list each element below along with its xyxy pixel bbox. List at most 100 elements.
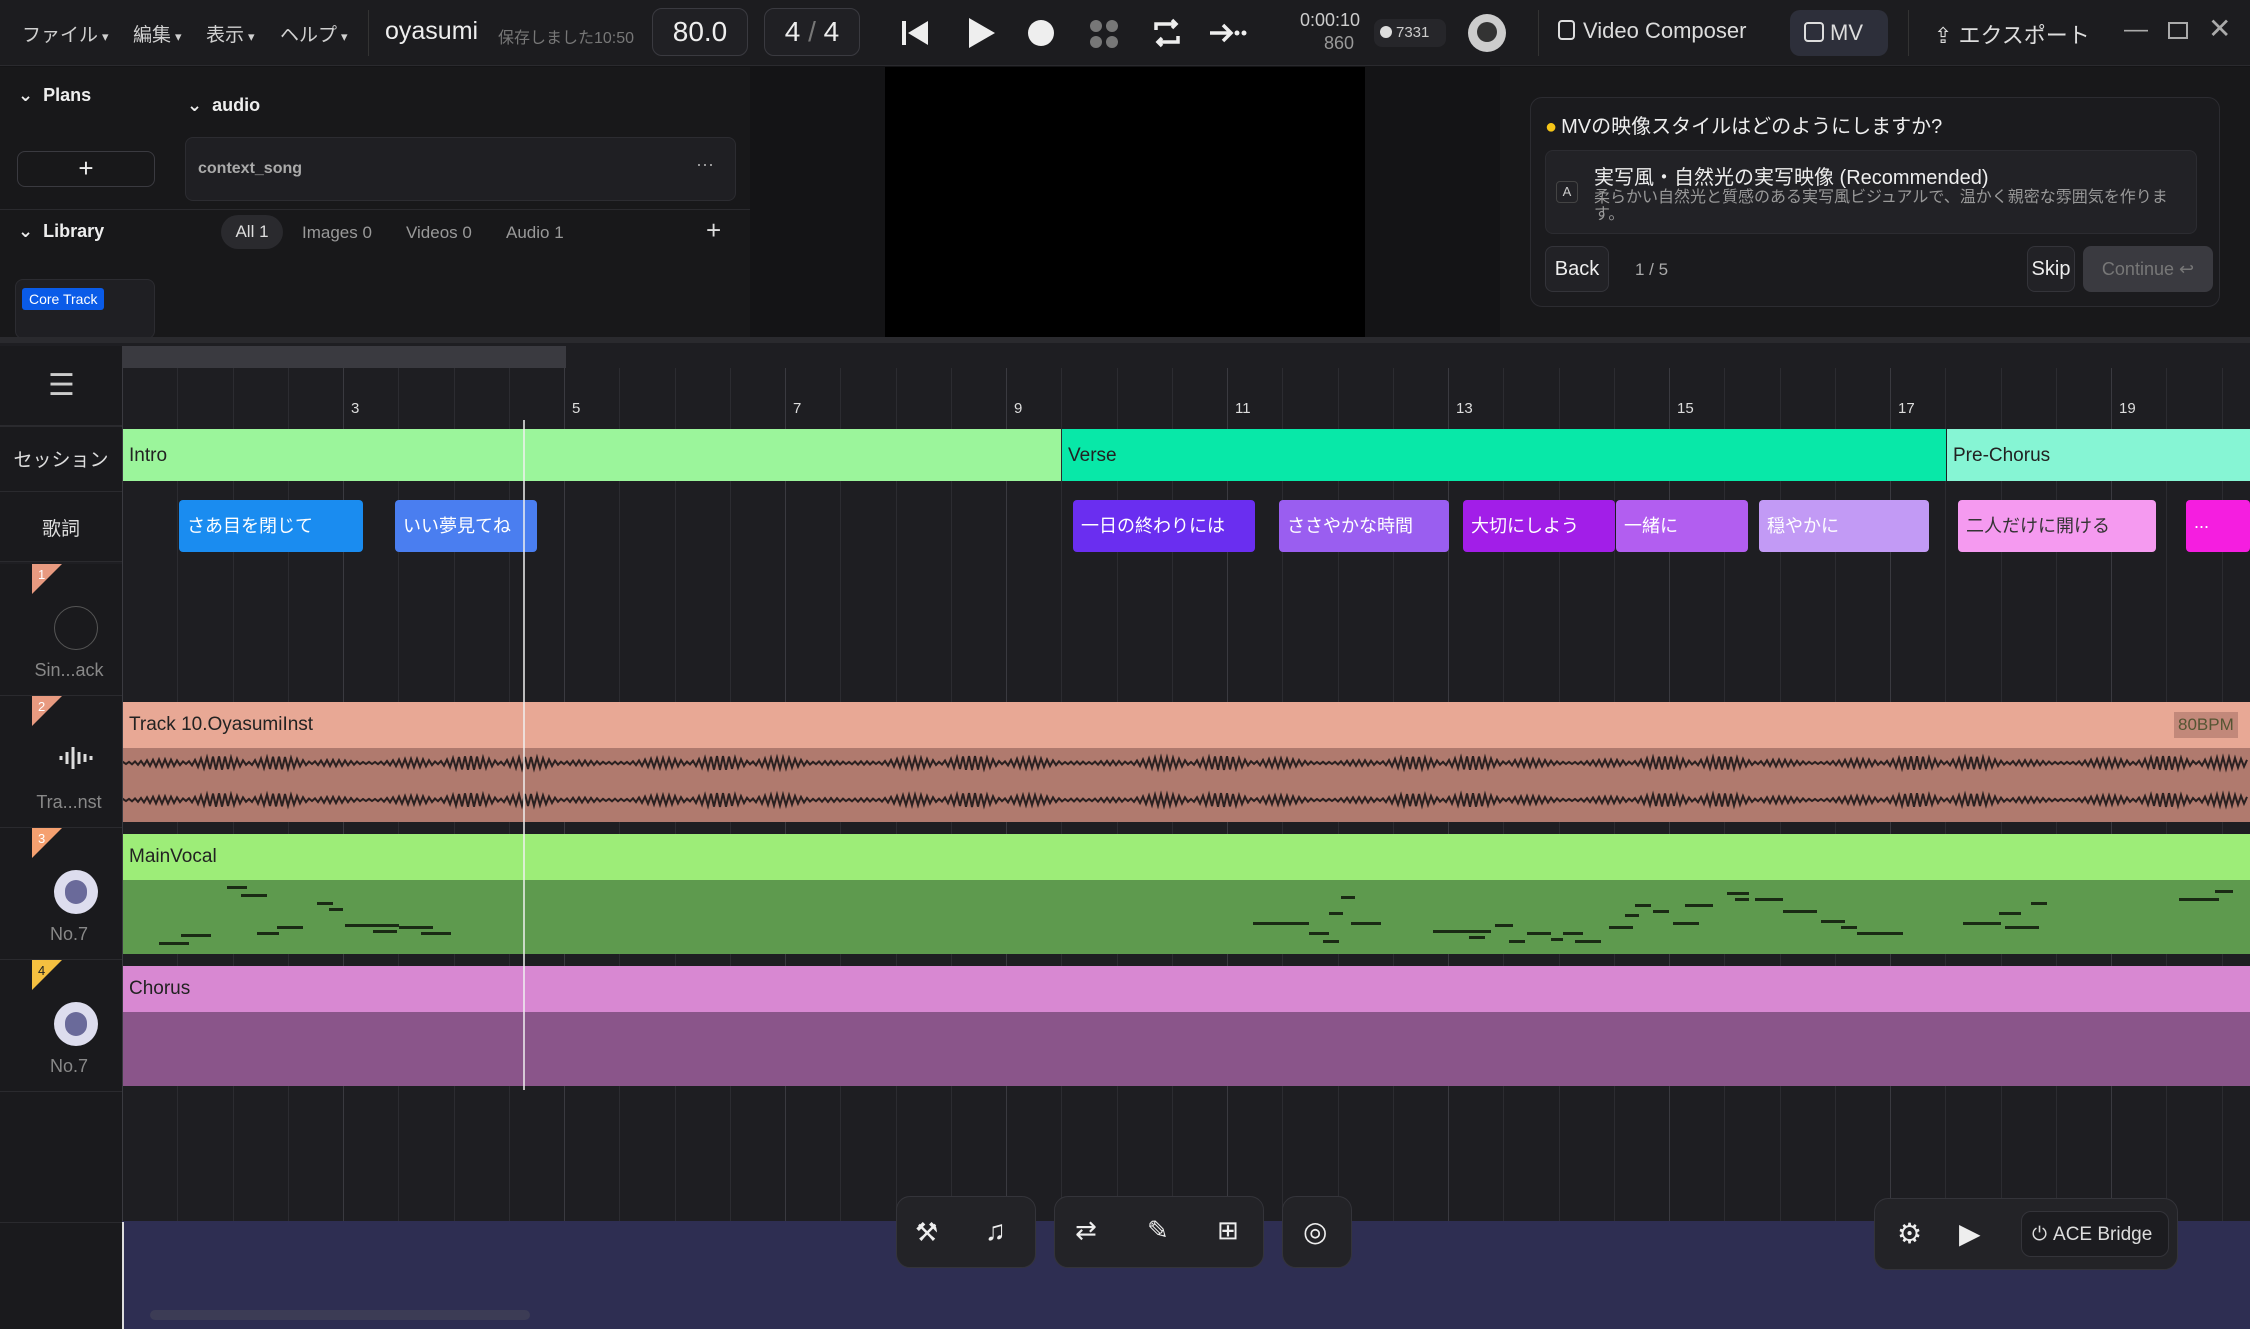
horizontal-scrollbar[interactable]	[150, 1310, 530, 1320]
add-plan-button[interactable]: +	[17, 151, 155, 187]
tab-mv[interactable]: MV	[1790, 10, 1888, 56]
lyric-clip[interactable]: ...	[2186, 500, 2250, 552]
vocal-note[interactable]	[1635, 904, 1651, 907]
bpm-field[interactable]: 80.0	[652, 8, 748, 56]
singer-avatar[interactable]	[54, 1002, 98, 1046]
hamburger-icon[interactable]: ☰	[48, 368, 75, 403]
vocal-note[interactable]	[2215, 890, 2233, 893]
filter-audio[interactable]: Audio 1	[506, 223, 564, 243]
lyric-clip[interactable]: さあ目を閉じて	[179, 500, 363, 552]
globe-icon[interactable]: ◎	[1303, 1215, 1327, 1248]
skip-button[interactable]: Skip	[2027, 246, 2075, 292]
vocal-note[interactable]	[1575, 940, 1601, 943]
main-vocal-notes[interactable]	[123, 880, 2250, 954]
vocal-note[interactable]	[159, 942, 189, 945]
menu-file[interactable]: ファイル ▾	[22, 20, 109, 47]
user-avatar[interactable]	[1468, 14, 1506, 52]
vocal-note[interactable]	[1527, 932, 1551, 935]
vocal-note[interactable]	[1323, 940, 1339, 943]
vocal-note[interactable]	[1857, 932, 1903, 935]
vocal-note[interactable]	[1963, 922, 2001, 925]
filter-videos[interactable]: Videos 0	[406, 223, 472, 243]
playhead[interactable]	[523, 420, 525, 1090]
vocal-note[interactable]	[241, 894, 267, 897]
project-name[interactable]: oyasumi	[385, 17, 478, 46]
preview-play-icon[interactable]: ▶	[1959, 1217, 1981, 1250]
clip-instrumental[interactable]: Track 10.OyasumiInst	[123, 702, 2250, 748]
section-pre-chorus[interactable]: Pre-Chorus	[1947, 429, 2250, 481]
add-library-button[interactable]: +	[706, 215, 721, 246]
lyric-clip[interactable]: 一日の終わりには	[1073, 500, 1255, 552]
transform-icon[interactable]: ⇄	[1075, 1215, 1097, 1246]
wrench-icon[interactable]: ⚒	[915, 1217, 938, 1248]
section-intro[interactable]: Intro	[123, 429, 1061, 481]
instrumental-waveform[interactable]	[123, 748, 2250, 822]
vocal-note[interactable]	[1509, 940, 1525, 943]
vocal-note[interactable]	[1821, 920, 1845, 923]
export-button[interactable]: ⇪ エクスポート	[1934, 18, 2090, 50]
vocal-note[interactable]	[317, 902, 333, 905]
vocal-note[interactable]	[1341, 896, 1355, 899]
vocal-note[interactable]	[1673, 922, 1699, 925]
vocal-note[interactable]	[2005, 926, 2039, 929]
ruler[interactable]: 3 5 7 9 11 13 15 17 19	[122, 346, 2250, 426]
audio-group-header[interactable]: ⌄ audio	[187, 95, 260, 116]
clip-main-vocal[interactable]: MainVocal	[123, 834, 2250, 880]
lyric-clip[interactable]: いい夢見てね	[395, 500, 537, 552]
vocal-note[interactable]	[181, 934, 211, 937]
maximize-icon[interactable]	[2168, 22, 2188, 39]
guitar-icon[interactable]: ♫	[985, 1215, 1006, 1247]
library-card[interactable]: Core Track	[15, 279, 155, 339]
vocal-note[interactable]	[1351, 922, 1381, 925]
option-a[interactable]: A 実写風・自然光の実写映像 (Recommended) 柔らかい自然光と質感の…	[1545, 150, 2197, 234]
record-icon[interactable]	[1026, 18, 1056, 48]
menu-help[interactable]: ヘルプ ▾	[280, 20, 348, 47]
vocal-note[interactable]	[1329, 912, 1343, 915]
credits-badge[interactable]: 7331	[1374, 19, 1446, 47]
vocal-note[interactable]	[1783, 910, 1817, 913]
vocal-note[interactable]	[1653, 910, 1669, 913]
panel-splitter[interactable]	[0, 337, 2250, 343]
library-header[interactable]: ⌄ Library	[18, 221, 104, 242]
minimize-icon[interactable]: —	[2124, 16, 2148, 44]
lyric-clip[interactable]: 穏やかに	[1759, 500, 1929, 552]
clip-chorus[interactable]: Chorus	[123, 966, 2250, 1012]
vocal-note[interactable]	[257, 932, 279, 935]
menu-edit[interactable]: 編集 ▾	[133, 20, 182, 47]
vocal-note[interactable]	[1469, 936, 1485, 939]
vocal-note[interactable]	[421, 932, 451, 935]
vocal-note[interactable]	[1727, 892, 1749, 895]
vocal-note[interactable]	[1433, 930, 1491, 933]
time-signature-field[interactable]: 4 / 4	[764, 8, 860, 56]
plan-item[interactable]: context_song ···	[185, 137, 736, 201]
vocal-note[interactable]	[2031, 902, 2047, 905]
metronome-dots-icon[interactable]	[1088, 18, 1120, 50]
vocal-note[interactable]	[2179, 898, 2219, 901]
vocal-note[interactable]	[329, 908, 343, 911]
play-icon[interactable]	[966, 16, 996, 50]
vocal-note[interactable]	[373, 930, 397, 933]
section-verse[interactable]: Verse	[1062, 429, 1946, 481]
follow-playhead-icon[interactable]	[1208, 18, 1248, 48]
vocal-note[interactable]	[1735, 898, 1749, 901]
track-slot-icon[interactable]	[54, 606, 98, 650]
close-icon[interactable]: ✕	[2208, 12, 2231, 45]
vocal-note[interactable]	[345, 924, 399, 927]
filter-images[interactable]: Images 0	[302, 223, 372, 243]
magic-wand-icon[interactable]: ✎	[1147, 1215, 1169, 1246]
vocal-note[interactable]	[1755, 898, 1783, 901]
vocal-note[interactable]	[1625, 914, 1639, 917]
back-button[interactable]: Back	[1545, 246, 1609, 292]
track-header-1[interactable]: 1 Sin...ack	[0, 564, 122, 696]
skip-back-icon[interactable]	[900, 18, 930, 48]
vocal-note[interactable]	[227, 886, 247, 889]
vocal-note[interactable]	[1609, 926, 1633, 929]
video-preview[interactable]	[885, 67, 1365, 339]
lyric-clip[interactable]: 二人だけに開ける	[1958, 500, 2156, 552]
plans-header[interactable]: ⌄ Plans	[18, 85, 91, 106]
vocal-note[interactable]	[1551, 938, 1563, 941]
menu-view[interactable]: 表示 ▾	[206, 20, 255, 47]
vocal-note[interactable]	[1253, 922, 1309, 925]
tab-video-composer[interactable]: Video Composer	[1558, 18, 1746, 44]
singer-avatar[interactable]	[54, 870, 98, 914]
